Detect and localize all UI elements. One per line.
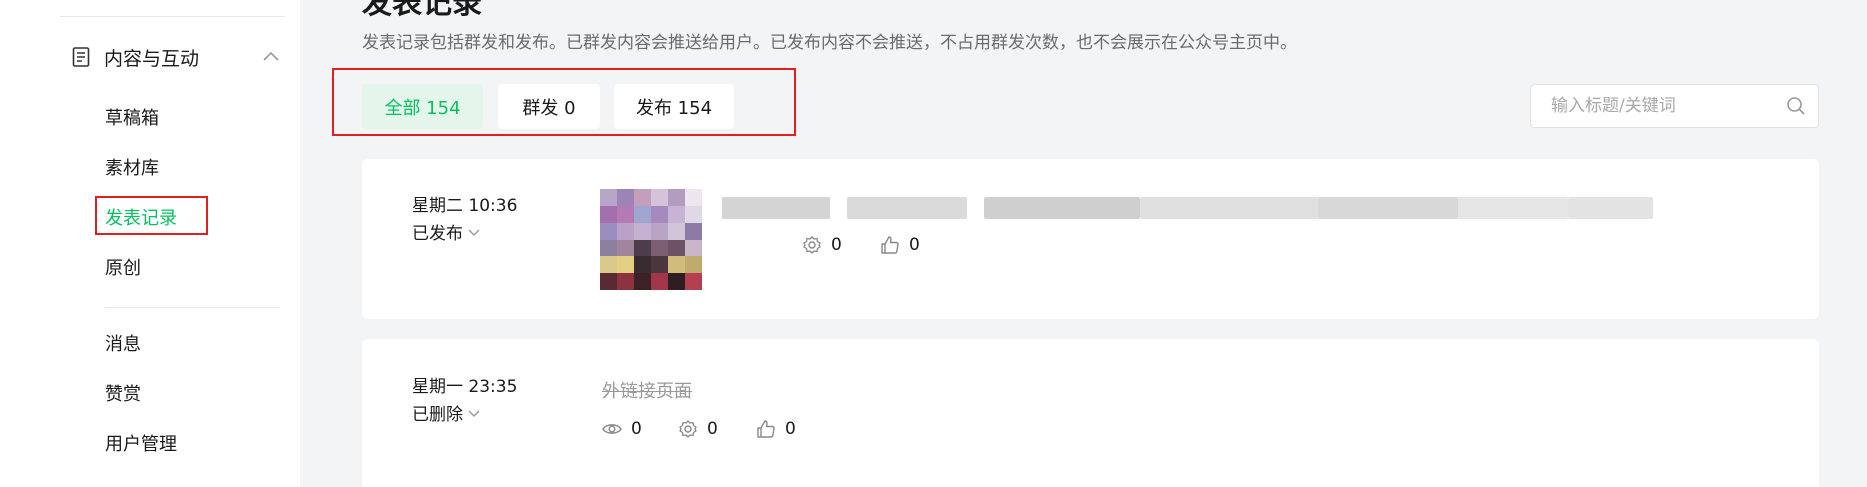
chevron-down-icon	[468, 410, 480, 417]
sidebar-top-divider	[60, 16, 285, 17]
record-time: 星期一 23:35	[412, 377, 518, 397]
sidebar-item-drafts[interactable]: 草稿箱	[105, 107, 159, 131]
record-status-label: 已发布	[412, 224, 463, 244]
search-input[interactable]	[1531, 85, 1781, 127]
sidebar-group-label: 内容与互动	[104, 47, 200, 70]
search-box	[1530, 84, 1819, 128]
chevron-down-icon	[468, 229, 480, 236]
article-thumbnail[interactable]	[600, 189, 702, 290]
search-icon[interactable]	[1786, 96, 1806, 116]
tab-all[interactable]: 全部 154	[362, 84, 483, 129]
eye-icon	[602, 424, 622, 434]
record-status[interactable]: 已删除	[412, 400, 481, 425]
sidebar-middle-divider	[105, 307, 280, 308]
record-shares: 0	[678, 419, 718, 439]
sidebar-item-messages[interactable]: 消息	[105, 333, 141, 357]
record-likes-count: 0	[785, 419, 796, 439]
record-likes: 0	[756, 419, 796, 439]
record-reads-count: 0	[631, 419, 642, 439]
sidebar-group-content[interactable]: 内容与互动	[72, 42, 282, 72]
tab-mass-send[interactable]: 群发 0	[498, 84, 600, 129]
sidebar-item-original[interactable]: 原创	[105, 257, 141, 281]
record-likes-count: 0	[909, 235, 920, 255]
record-likes: 0	[880, 235, 920, 255]
record-shares-count: 0	[707, 419, 718, 439]
article-title-deleted: 外链接页面	[602, 381, 692, 402]
sidebar-item-materials[interactable]: 素材库	[105, 157, 159, 181]
record-status[interactable]: 已发布	[412, 219, 481, 244]
record-card: 星期二 10:36 已发布 0 0	[362, 159, 1819, 319]
thumbs-up-icon	[881, 236, 899, 254]
sidebar: 内容与互动 草稿箱 素材库 发表记录 原创 消息 赞赏 用户管理	[0, 0, 300, 487]
sidebar-item-user-management[interactable]: 用户管理	[105, 433, 177, 457]
gear-share-icon	[679, 420, 697, 438]
highlight-box-sidebar	[95, 196, 208, 235]
gear-share-icon	[803, 236, 821, 254]
page-title: 发表记录	[362, 0, 482, 21]
tab-publish[interactable]: 发布 154	[614, 84, 734, 129]
record-shares: 0	[802, 235, 842, 255]
record-status-label: 已删除	[412, 405, 463, 425]
sidebar-item-rewards[interactable]: 赞赏	[105, 383, 141, 407]
record-card: 星期一 23:35 已删除 外链接页面 0 0 0	[362, 339, 1819, 487]
record-time: 星期二 10:36	[412, 196, 518, 216]
thumbs-up-icon	[757, 420, 775, 438]
record-reads: 0	[602, 419, 642, 439]
page-description: 发表记录包括群发和发布。已群发内容会推送给用户。已发布内容不会推送，不占用群发次…	[362, 33, 1297, 53]
document-icon	[72, 47, 90, 67]
record-shares-count: 0	[831, 235, 842, 255]
chevron-up-icon[interactable]	[260, 46, 282, 68]
